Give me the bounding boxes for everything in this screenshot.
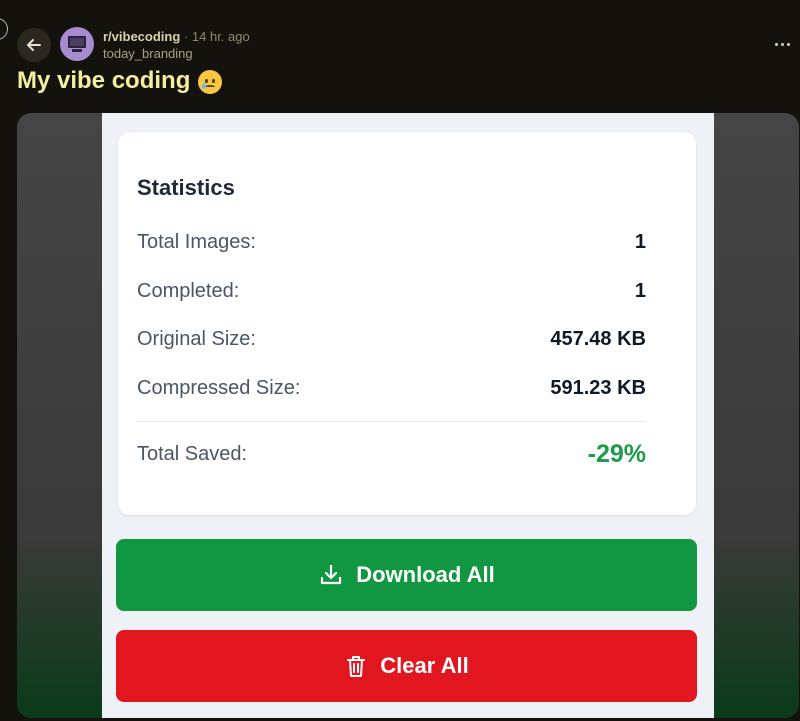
clear-all-button[interactable]: Clear All <box>116 630 697 702</box>
stat-value: 1 <box>634 280 646 302</box>
post-time: 14 hr. ago <box>191 29 250 44</box>
embedded-screenshot: Statistics Total Images: 1 Completed: 1 … <box>102 113 714 718</box>
partial-circle-icon <box>0 18 8 40</box>
face-holding-back-tears-icon <box>198 70 223 94</box>
dot-icon <box>780 42 784 46</box>
stat-row-original-size: Original Size: 457.48 KB <box>137 328 646 351</box>
username-link[interactable]: today_branding <box>103 45 250 62</box>
stats-divider <box>137 421 646 422</box>
dot-icon <box>786 42 790 46</box>
stat-value: 457.48 KB <box>550 328 646 350</box>
stat-row-compressed-size: Compressed Size: 591.23 KB <box>137 377 646 400</box>
stat-row-total-saved: Total Saved: -29% <box>137 440 646 469</box>
statistics-title: Statistics <box>137 175 235 200</box>
meta-separator: · <box>183 29 189 44</box>
stat-value: 591.23 KB <box>550 377 646 399</box>
subreddit-link[interactable]: r/vibecoding <box>103 29 180 44</box>
post-title: My vibe coding <box>17 67 223 95</box>
download-all-button[interactable]: Download All <box>116 539 697 611</box>
avatar[interactable] <box>60 27 94 61</box>
back-button[interactable] <box>17 28 51 62</box>
computer-icon <box>68 36 86 52</box>
stat-label: Total Images: <box>137 231 256 253</box>
clear-all-label: Clear All <box>380 653 469 678</box>
dot-icon <box>774 42 778 46</box>
post-image[interactable]: Statistics Total Images: 1 Completed: 1 … <box>17 113 799 718</box>
stat-row-completed: Completed: 1 <box>137 280 646 303</box>
arrow-left-icon <box>27 39 41 51</box>
post-meta: r/vibecoding · 14 hr. ago today_branding <box>103 28 250 62</box>
download-icon <box>321 564 342 585</box>
stat-value-saved: -29% <box>587 440 646 468</box>
stat-label: Compressed Size: <box>137 377 301 399</box>
post-title-text: My vibe coding <box>17 67 191 94</box>
stat-label: Completed: <box>137 280 240 302</box>
stat-value: 1 <box>634 231 646 253</box>
stat-label: Original Size: <box>137 328 256 350</box>
stat-label: Total Saved: <box>137 443 248 465</box>
more-options-button[interactable] <box>772 34 792 54</box>
stat-row-total-images: Total Images: 1 <box>137 231 646 254</box>
download-all-label: Download All <box>356 562 495 587</box>
trash-icon <box>347 656 366 677</box>
